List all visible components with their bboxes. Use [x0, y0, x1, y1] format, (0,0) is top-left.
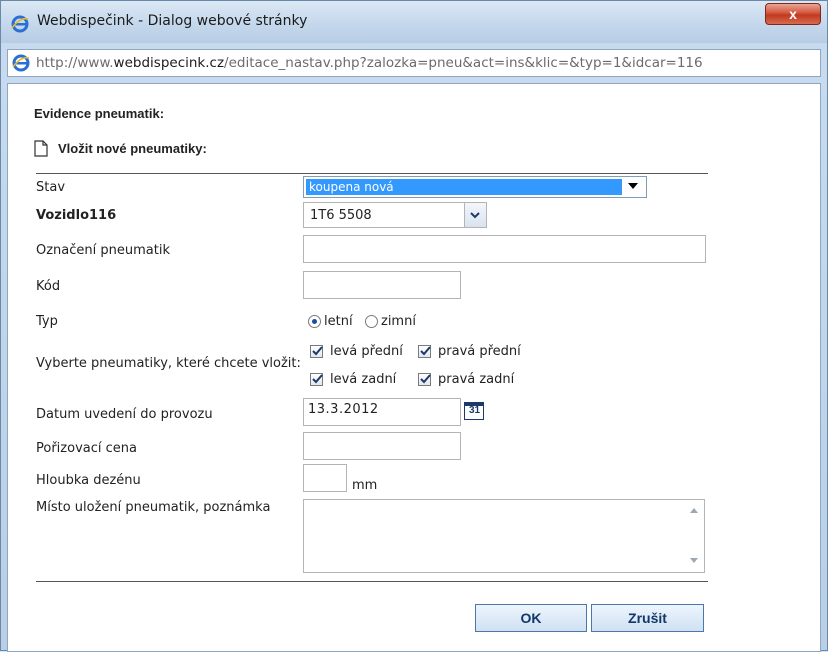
scroll-down-icon[interactable] — [690, 558, 698, 563]
kod-label: Kód — [36, 279, 61, 294]
cena-input[interactable] — [303, 432, 461, 460]
ie-icon — [11, 15, 29, 33]
divider-bottom — [36, 581, 708, 582]
option-leva-predni: levá přední — [330, 344, 403, 359]
ok-button[interactable]: OK — [475, 604, 587, 632]
url-prefix: http://www. — [36, 55, 114, 71]
kod-input[interactable] — [303, 271, 461, 299]
hloubka-unit: mm — [352, 478, 378, 493]
checkbox-prava-zadni[interactable] — [418, 373, 431, 386]
close-button[interactable]: x — [765, 3, 821, 25]
typ-radio-letni[interactable] — [308, 315, 321, 328]
oznaceni-input[interactable] — [303, 235, 706, 263]
misto-label: Místo uložení pneumatik, poznámka — [36, 500, 271, 515]
url-path: /editace_nastav.php?zalozka=pneu&act=ins… — [224, 55, 703, 71]
typ-option-zimni: zimní — [381, 314, 416, 329]
section-title: Vložit nové pneumatiky: — [34, 140, 207, 157]
typ-label: Typ — [36, 314, 58, 329]
oznaceni-label: Označení pneumatik — [36, 243, 170, 258]
chevron-down-icon — [470, 212, 480, 219]
address-bar[interactable]: http://www.webdispecink.cz/editace_nasta… — [7, 49, 821, 77]
checkbox-prava-predni[interactable] — [418, 345, 431, 358]
stav-selected-value: koupena nová — [306, 179, 622, 195]
typ-option-letni: letní — [324, 314, 353, 329]
checkmark-icon — [312, 346, 323, 356]
vozidlo-label: Vozidlo116 — [36, 208, 117, 223]
typ-radio-zimni[interactable] — [365, 315, 378, 328]
dialog-content: Evidence pneumatik: Vložit nové pneumati… — [7, 83, 821, 652]
hloubka-input[interactable] — [303, 464, 347, 492]
calendar-icon-day: 31 — [468, 405, 481, 416]
title-bar: Webdispečink - Dialog webové stránky x — [1, 1, 827, 43]
vozidlo-dropdown-button[interactable] — [464, 203, 486, 227]
option-leva-zadni: levá zadní — [330, 372, 397, 387]
address-url: http://www.webdispecink.cz/editace_nasta… — [36, 55, 703, 71]
page-icon — [12, 54, 30, 72]
calendar-icon[interactable]: 31 — [464, 402, 484, 420]
document-icon — [34, 140, 48, 157]
vozidlo-selected-value: 1T6 5508 — [310, 208, 372, 223]
option-prava-predni: pravá přední — [438, 344, 521, 359]
checkmark-icon — [420, 346, 431, 356]
datum-label: Datum uvedení do provozu — [36, 407, 213, 422]
dialog-window: Webdispečink - Dialog webové stránky x h… — [0, 0, 828, 652]
datum-input[interactable]: 13.3.2012 — [303, 398, 461, 426]
misto-textarea[interactable] — [303, 499, 705, 573]
window-title: Webdispečink - Dialog webové stránky — [37, 13, 308, 29]
checkbox-leva-predni[interactable] — [310, 345, 323, 358]
textarea-scrollbar[interactable] — [684, 500, 704, 572]
close-icon: x — [789, 6, 797, 22]
cena-label: Pořizovací cena — [36, 441, 137, 456]
divider-top — [36, 173, 708, 174]
stav-select[interactable]: koupena nová — [303, 176, 647, 198]
page-title: Evidence pneumatik: — [34, 106, 165, 121]
dropdown-arrow-icon — [628, 183, 638, 189]
stav-label: Stav — [36, 180, 66, 195]
vozidlo-select[interactable]: 1T6 5508 — [303, 202, 487, 228]
option-prava-zadni: pravá zadní — [438, 372, 515, 387]
scroll-up-icon[interactable] — [690, 508, 698, 513]
cancel-button[interactable]: Zrušit — [591, 604, 704, 632]
checkbox-leva-zadni[interactable] — [310, 373, 323, 386]
checkmark-icon — [312, 374, 323, 384]
url-domain: webdispecink.cz — [113, 55, 225, 71]
section-title-text: Vložit nové pneumatiky: — [58, 141, 207, 156]
hloubka-label: Hloubka dezénu — [36, 473, 141, 488]
checkmark-icon — [420, 374, 431, 384]
pneu-select-label: Vyberte pneumatiky, které chcete vložit: — [36, 356, 301, 371]
